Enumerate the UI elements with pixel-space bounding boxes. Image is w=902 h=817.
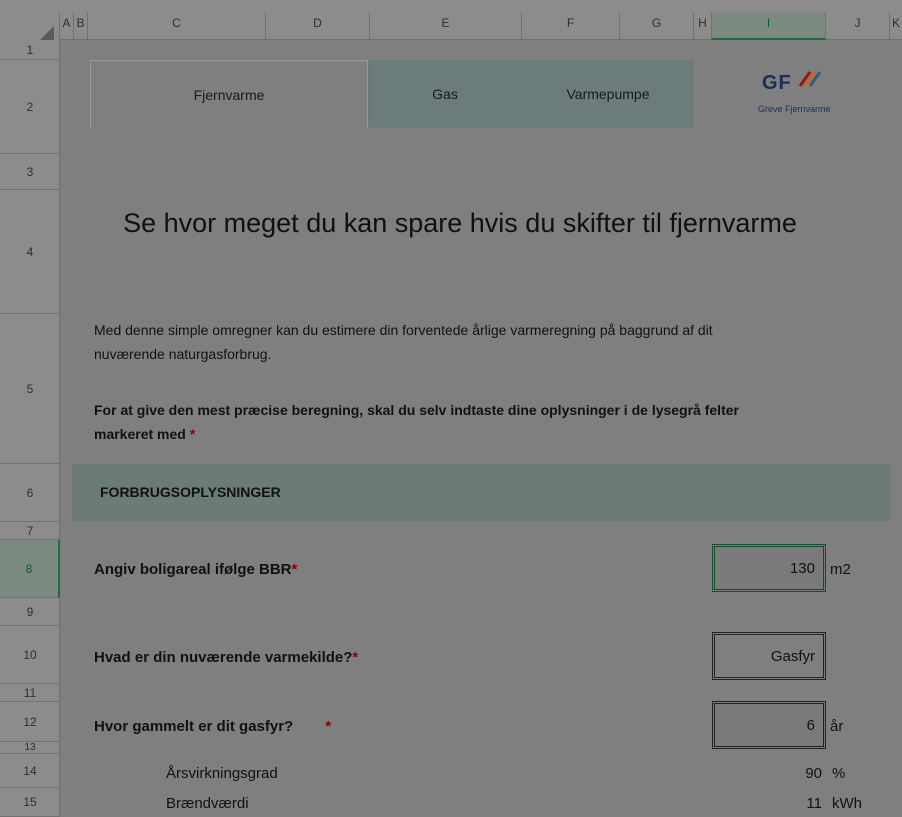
row-header-13[interactable]: 13 bbox=[0, 742, 60, 754]
area-input[interactable]: 130 bbox=[712, 544, 826, 592]
calorific-value: 11 bbox=[806, 795, 822, 812]
tab-gas-label: Gas bbox=[432, 86, 458, 102]
intro-text: Med denne simple omregner kan du estimer… bbox=[94, 322, 713, 362]
row-header-14[interactable]: 14 bbox=[0, 754, 60, 788]
calorific-label: Brændværdi bbox=[166, 795, 249, 812]
boiler-age-label-text: Hvor gammelt er dit gasfyr? bbox=[94, 718, 294, 735]
column-header-f[interactable]: F bbox=[522, 12, 620, 40]
row-header-5[interactable]: 5 bbox=[0, 314, 60, 464]
column-header-b[interactable]: B bbox=[74, 12, 88, 40]
column-header-k[interactable]: K bbox=[890, 12, 902, 40]
row-header-4[interactable]: 4 bbox=[0, 190, 60, 314]
column-header-h[interactable]: H bbox=[694, 12, 712, 40]
select-all-corner[interactable] bbox=[0, 12, 60, 44]
boiler-age-input[interactable]: 6 bbox=[712, 701, 826, 749]
row-header-9[interactable]: 9 bbox=[0, 598, 60, 626]
greve-fjernvarme-logo: GF Greve Fjernvarme bbox=[752, 64, 862, 124]
efficiency-label: Årsvirkningsgrad bbox=[166, 765, 278, 782]
efficiency-value: 90 bbox=[805, 765, 822, 782]
row-header-11[interactable]: 11 bbox=[0, 684, 60, 702]
heat-source-value: Gasfyr bbox=[770, 647, 815, 665]
row-header-7[interactable]: 7 bbox=[0, 522, 60, 540]
area-unit: m2 bbox=[830, 561, 851, 578]
area-label: Angiv boligareal ifølge BBR* bbox=[94, 561, 297, 578]
column-header-i[interactable]: I bbox=[712, 12, 826, 40]
efficiency-unit: % bbox=[832, 765, 846, 782]
column-header-d[interactable]: D bbox=[266, 12, 370, 40]
column-header-c[interactable]: C bbox=[88, 12, 266, 40]
row-header-10[interactable]: 10 bbox=[0, 626, 60, 684]
flame-stripes-icon bbox=[798, 71, 822, 87]
logo-mark: GF bbox=[762, 72, 792, 94]
row-header-15[interactable]: 15 bbox=[0, 788, 60, 817]
heat-source-required-marker: * bbox=[352, 649, 359, 666]
tab-varmepumpe[interactable]: Varmepumpe bbox=[522, 60, 694, 128]
column-header-e[interactable]: E bbox=[370, 12, 522, 40]
boiler-age-required-marker: * bbox=[325, 718, 332, 735]
column-header-a[interactable]: A bbox=[60, 12, 74, 40]
row-header-12[interactable]: 12 bbox=[0, 702, 60, 742]
boiler-age-unit: år bbox=[830, 718, 844, 735]
area-label-text: Angiv boligareal ifølge BBR bbox=[94, 561, 292, 578]
row-header-8[interactable]: 8 bbox=[0, 540, 60, 598]
required-marker: * bbox=[189, 426, 196, 442]
tab-fjernvarme-label: Fjernvarme bbox=[193, 86, 265, 103]
row-header-1[interactable]: 1 bbox=[0, 40, 60, 60]
column-header-j[interactable]: J bbox=[826, 12, 890, 40]
row-header-3[interactable]: 3 bbox=[0, 154, 60, 190]
column-header-bar: A B C D E F G H I J K bbox=[0, 0, 902, 44]
row-header-bar: 1 2 3 4 5 6 7 8 9 10 11 12 13 14 15 bbox=[0, 40, 60, 817]
column-header-g[interactable]: G bbox=[620, 12, 694, 40]
page-title: Se hvor meget du kan spare hvis du skift… bbox=[123, 208, 797, 238]
tab-varmepumpe-label: Varmepumpe bbox=[566, 86, 650, 102]
area-required-marker: * bbox=[291, 561, 298, 578]
heat-source-label-text: Hvad er din nuværende varmekilde? bbox=[94, 649, 353, 666]
boiler-age-label: Hvor gammelt er dit gasfyr? * bbox=[94, 718, 331, 735]
section-title: FORBRUGSOPLYSNINGER bbox=[100, 484, 281, 500]
row-header-2[interactable]: 2 bbox=[0, 60, 60, 154]
heat-source-select[interactable]: Gasfyr bbox=[712, 632, 826, 680]
calorific-unit: kWh bbox=[832, 795, 862, 812]
row-header-6[interactable]: 6 bbox=[0, 464, 60, 522]
section-header: FORBRUGSOPLYSNINGER bbox=[72, 464, 890, 521]
instruction-text: For at give den mest præcise beregning, … bbox=[94, 398, 784, 446]
area-value: 130 bbox=[789, 559, 815, 577]
logo-name: Greve Fjernvarme bbox=[758, 104, 831, 114]
tab-fjernvarme[interactable]: Fjernvarme bbox=[90, 60, 368, 128]
heat-source-label: Hvad er din nuværende varmekilde?* bbox=[94, 649, 358, 666]
boiler-age-value: 6 bbox=[806, 716, 815, 734]
tab-gas[interactable]: Gas bbox=[368, 60, 522, 128]
